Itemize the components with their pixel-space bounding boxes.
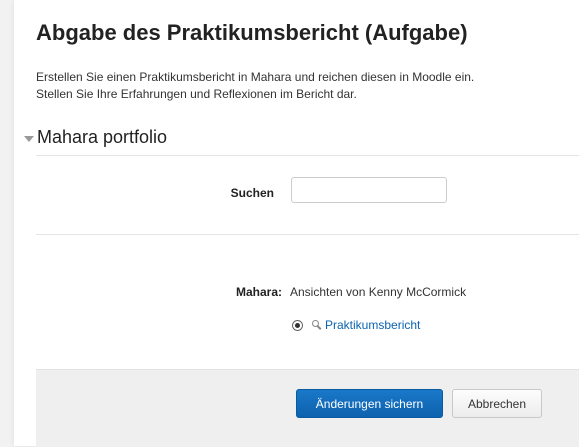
view-option: Praktikumsbericht bbox=[292, 318, 420, 332]
save-changes-button[interactable]: Änderungen sichern bbox=[296, 389, 443, 418]
page-title: Abgabe des Praktikumsbericht (Aufgabe) bbox=[36, 20, 468, 45]
magnifier-icon[interactable] bbox=[312, 320, 322, 330]
intro-line: Erstellen Sie einen Praktikumsbericht in… bbox=[36, 70, 475, 84]
assignment-intro: Erstellen Sie einen Praktikumsbericht in… bbox=[36, 69, 474, 103]
mahara-views-owner: Ansichten von Kenny McCormick bbox=[290, 285, 467, 299]
view-link[interactable]: Praktikumsbericht bbox=[325, 318, 420, 332]
radio-selected-dot bbox=[295, 322, 300, 328]
form-footer: Änderungen sichern Abbrechen bbox=[36, 369, 579, 447]
mahara-label: Mahara: bbox=[235, 285, 282, 299]
form-divider bbox=[36, 234, 579, 235]
cancel-button[interactable]: Abbrechen bbox=[452, 389, 542, 418]
assignment-page: Abgabe des Praktikumsbericht (Aufgabe) E… bbox=[14, 0, 579, 447]
search-label: Suchen bbox=[230, 186, 274, 200]
section-title: Mahara portfolio bbox=[37, 127, 168, 147]
section-toggle-mahara[interactable]: Mahara portfolio bbox=[24, 127, 167, 148]
section-divider bbox=[36, 155, 579, 156]
search-input[interactable] bbox=[291, 177, 447, 203]
intro-line: Stellen Sie Ihre Erfahrungen und Reflexi… bbox=[36, 87, 357, 101]
view-radio[interactable] bbox=[292, 319, 303, 331]
caret-down-icon[interactable] bbox=[24, 135, 34, 142]
